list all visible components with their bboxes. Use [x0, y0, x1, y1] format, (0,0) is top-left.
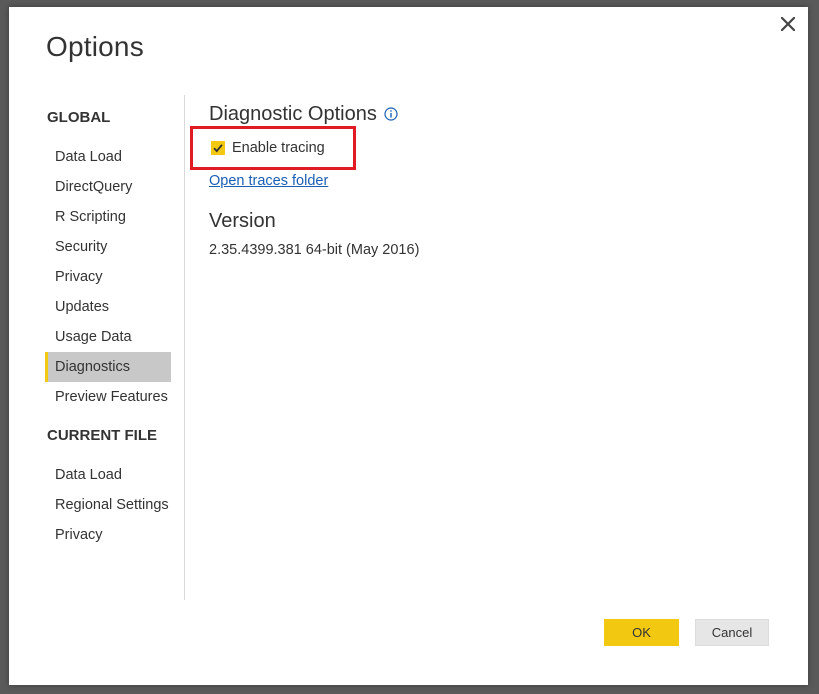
nav-item-preview-features[interactable]: Preview Features [45, 382, 185, 412]
options-dialog: Options GLOBAL Data Load DirectQuery R S… [9, 7, 808, 685]
diagnostics-panel: Diagnostic Options Enable tracing Open t… [209, 99, 769, 259]
nav-item-security[interactable]: Security [45, 232, 185, 262]
cancel-button[interactable]: Cancel [695, 619, 769, 646]
nav-item-data-load[interactable]: Data Load [45, 142, 185, 172]
version-heading: Version [209, 210, 276, 232]
diagnostic-options-title: Diagnostic Options [209, 102, 377, 125]
global-nav-list: Data Load DirectQuery R Scripting Securi… [45, 142, 185, 412]
nav-item-file-data-load[interactable]: Data Load [45, 460, 185, 490]
nav-item-regional-settings[interactable]: Regional Settings [45, 490, 185, 520]
nav-item-file-privacy[interactable]: Privacy [45, 520, 185, 550]
enable-tracing-label: Enable tracing [232, 140, 325, 156]
nav-item-directquery[interactable]: DirectQuery [45, 172, 185, 202]
close-button[interactable] [773, 11, 803, 41]
nav-section-global: GLOBAL [47, 109, 111, 126]
nav-item-updates[interactable]: Updates [45, 292, 185, 322]
nav-item-diagnostics[interactable]: Diagnostics [45, 352, 171, 382]
nav-divider [184, 95, 185, 600]
diagnostic-options-heading: Diagnostic Options [209, 99, 769, 129]
dialog-title: Options [46, 31, 144, 62]
close-icon [780, 15, 796, 36]
ok-button[interactable]: OK [604, 619, 679, 646]
enable-tracing-checkbox[interactable] [211, 141, 225, 155]
options-nav: GLOBAL Data Load DirectQuery R Scripting… [45, 107, 185, 550]
nav-item-privacy[interactable]: Privacy [45, 262, 185, 292]
checkmark-icon [213, 144, 223, 153]
current-file-nav-list: Data Load Regional Settings Privacy [45, 460, 185, 550]
info-icon[interactable] [384, 107, 398, 121]
open-traces-folder-link[interactable]: Open traces folder [209, 173, 328, 189]
nav-item-usage-data[interactable]: Usage Data [45, 322, 185, 352]
enable-tracing-row[interactable]: Enable tracing [209, 137, 769, 159]
nav-section-current-file: CURRENT FILE [47, 427, 157, 444]
version-text: 2.35.4399.381 64-bit (May 2016) [209, 242, 420, 258]
nav-item-r-scripting[interactable]: R Scripting [45, 202, 185, 232]
